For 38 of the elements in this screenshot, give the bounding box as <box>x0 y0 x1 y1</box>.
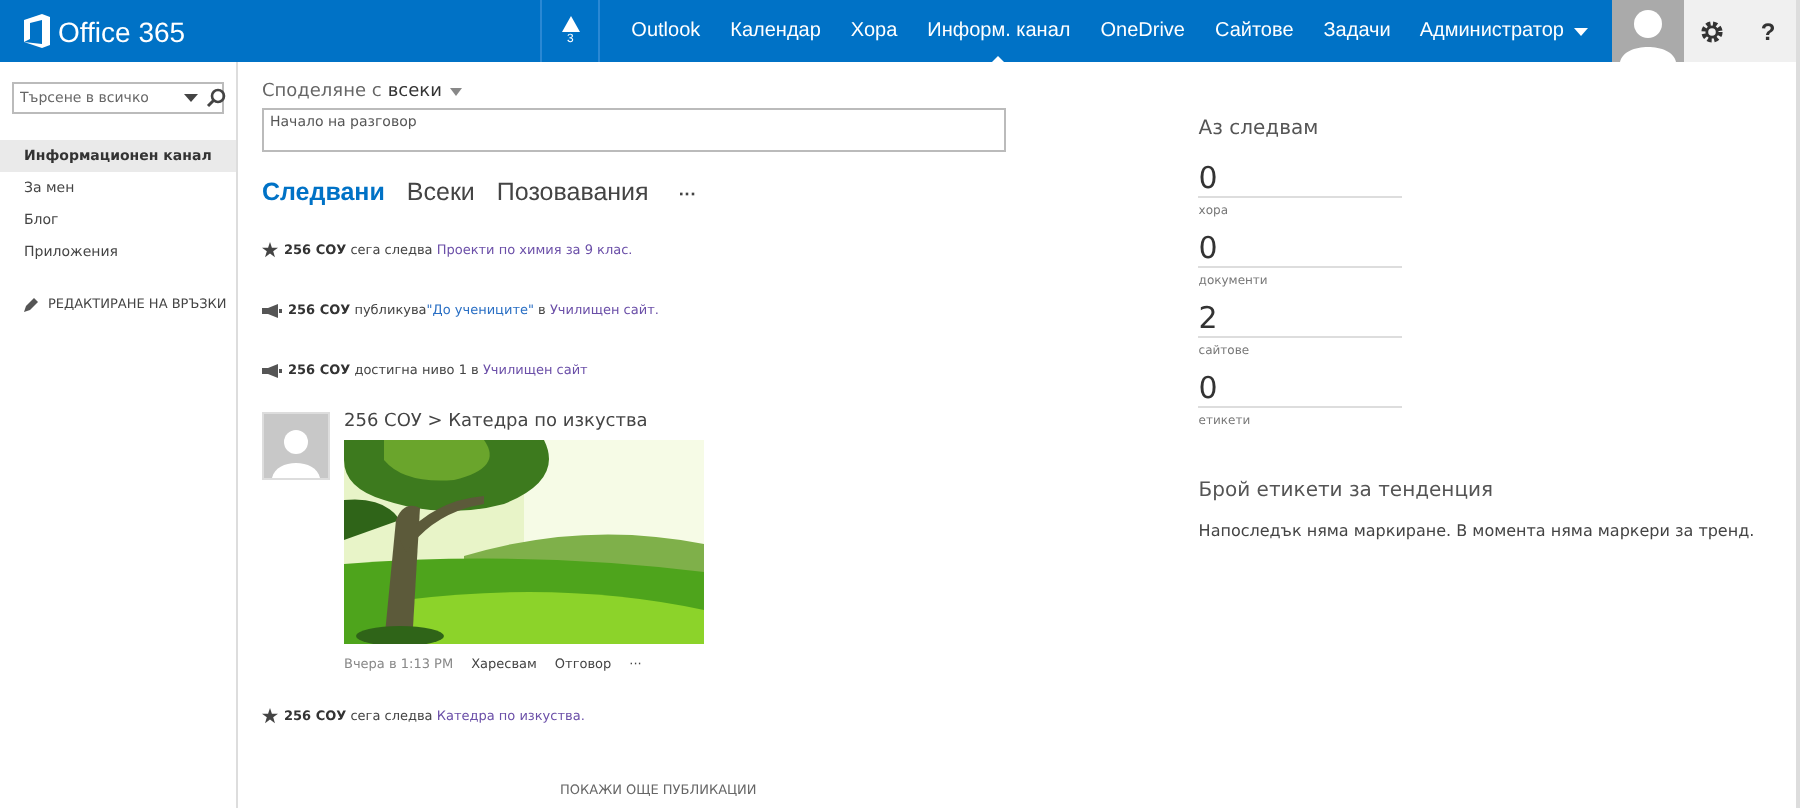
section-title: Аз следвам <box>1198 118 1321 140</box>
feed-tab[interactable]: Следвани <box>262 178 385 206</box>
star-icon <box>262 708 278 724</box>
section-title: Брой етикети за тенденция <box>1198 480 1496 502</box>
nav-link[interactable]: Задачи <box>1308 0 1406 62</box>
pencil-icon <box>24 296 40 312</box>
search-icon[interactable] <box>206 88 226 108</box>
more-button[interactable]: ··· <box>670 184 705 204</box>
stat-count[interactable]: 0 <box>1198 160 1403 198</box>
post-title: 256 СОУ > Катедра по изкуства <box>344 412 650 432</box>
nav-link[interactable]: Информ. канал <box>912 0 1086 62</box>
avatar-placeholder <box>262 412 330 480</box>
megaphone-icon <box>262 303 282 317</box>
feed-tab[interactable]: Позовавания <box>496 178 649 206</box>
nav-link[interactable]: Хора <box>835 0 913 62</box>
caret-icon <box>449 88 462 96</box>
nav-link[interactable]: Outlook <box>616 0 716 62</box>
user-menu[interactable]: Администратор <box>1405 0 1612 62</box>
megaphone-icon <box>262 363 282 377</box>
share-label: Споделяне с <box>262 82 382 102</box>
caret-icon <box>1574 27 1588 35</box>
alert-icon <box>561 16 580 32</box>
nav-link[interactable]: Сайтове <box>1199 0 1309 62</box>
nav-link[interactable]: Календар <box>715 0 836 62</box>
dropdown-caret-icon <box>184 94 198 102</box>
help-button[interactable]: ? <box>1740 0 1796 62</box>
feed-tab[interactable]: Всеки <box>406 178 475 206</box>
star-icon <box>262 242 278 258</box>
settings-button[interactable] <box>1684 0 1740 62</box>
stat-count[interactable]: 2 <box>1198 300 1403 338</box>
audience-dropdown[interactable]: всеки <box>387 82 462 102</box>
settings-icon <box>1700 19 1724 43</box>
nav-link[interactable]: OneDrive <box>1085 0 1200 62</box>
stat-count[interactable]: 0 <box>1198 230 1403 268</box>
stat-count[interactable]: 0 <box>1198 370 1403 408</box>
office-logo-icon <box>24 14 50 48</box>
trending-message: Напоследък няма маркиране. В момента няма маркери за тренд. <box>1198 522 1757 540</box>
app-logo-text: Office 365 <box>58 15 186 47</box>
